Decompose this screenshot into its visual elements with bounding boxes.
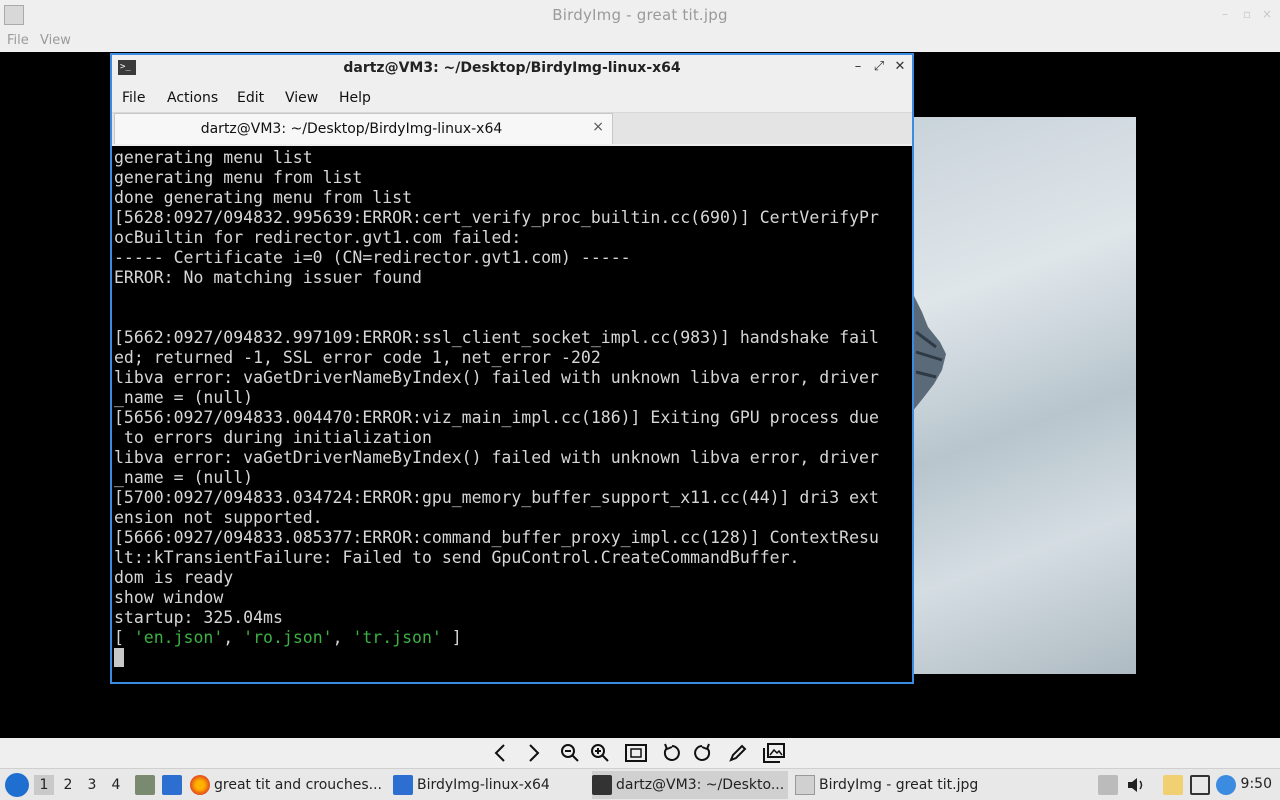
minimize-icon[interactable]: – [1218,7,1232,21]
terminal-menubar: File Actions Edit View Help [112,83,912,113]
terminal-tab[interactable]: dartz@VM3: ~/Desktop/BirdyImg-linux-x64 … [114,113,613,144]
terminal-line: [5628:0927/094832.995639:ERROR:cert_veri… [114,208,879,227]
json-list-sep: , [223,628,244,647]
fit-icon[interactable] [623,741,649,765]
terminal-line: ension not supported. [114,508,323,527]
json-list-item: 'en.json' [133,628,224,647]
json-list-item: 'tr.json' [352,628,442,647]
next-icon[interactable] [521,741,547,765]
terminal-line: [5700:0927/094833.034724:ERROR:gpu_memor… [114,488,879,507]
birdyimg-icon [795,775,815,795]
task-label: dartz@VM3: ~/Deskto... [616,777,785,793]
network-icon[interactable] [1190,775,1210,795]
firefox-icon [190,775,210,795]
terminal-window: >_ dartz@VM3: ~/Desktop/BirdyImg-linux-x… [110,53,914,684]
taskbar: 1 2 3 4 great tit and crouches... BirdyI… [0,768,1280,800]
eject-icon[interactable] [1098,775,1118,795]
workspace-4[interactable]: 4 [106,775,126,795]
json-list-open: [ [114,628,134,647]
menu-edit[interactable]: Edit [237,90,264,106]
bird-photo [912,117,1136,674]
prev-icon[interactable] [487,741,513,765]
close-icon[interactable]: × [1260,7,1274,21]
json-list-sep: , [332,628,353,647]
rotate-right-icon[interactable] [689,741,715,765]
viewer-menu-file[interactable]: File [7,33,29,48]
notification-icon[interactable] [1216,775,1236,795]
maximize-icon[interactable]: ⤢ [871,59,887,77]
terminal-lines: generating menu list generating menu from… [114,148,912,628]
menu-view[interactable]: View [285,90,318,106]
show-desktop-icon[interactable] [162,775,182,795]
task-label: BirdyImg-linux-x64 [417,777,550,793]
rotate-left-icon[interactable] [659,741,685,765]
terminal-output[interactable]: generating menu list generating menu from… [112,146,912,682]
terminal-line: libva error: vaGetDriverNameByIndex() fa… [114,368,879,387]
file-manager-icon[interactable] [135,775,155,795]
text-cursor [114,648,124,667]
close-icon[interactable]: ✕ [892,59,908,77]
terminal-line: lt::kTransientFailure: Failed to send Gp… [114,548,800,567]
terminal-line: dom is ready [114,568,234,587]
menu-help[interactable]: Help [339,90,371,106]
zoom-out-icon[interactable] [557,741,583,765]
terminal-line: [5662:0927/094832.997109:ERROR:ssl_clien… [114,328,879,347]
json-list-line: [ 'en.json', 'ro.json', 'tr.json' ] [114,628,912,648]
terminal-line: generating menu list [114,148,313,167]
viewer-menubar: File View [0,30,1280,52]
terminal-tabbar: dartz@VM3: ~/Desktop/BirdyImg-linux-x64 … [112,113,912,144]
task-birdyimg[interactable]: BirdyImg - great tit.jpg [795,771,985,799]
task-firefox[interactable]: great tit and crouches... [190,771,386,799]
terminal-line: ERROR: No matching issuer found [114,268,422,287]
clock: 9:50 [1240,776,1272,792]
terminal-line: [5656:0927/094833.004470:ERROR:viz_main_… [114,408,879,427]
terminal-icon [592,775,612,795]
menu-file[interactable]: File [122,90,145,106]
workspace-2[interactable]: 2 [58,775,78,795]
maximize-icon[interactable]: ▫ [1240,7,1254,21]
terminal-line: _name = (null) [114,468,254,487]
prompt-line [114,648,912,668]
viewer-menu-view[interactable]: View [40,33,71,48]
start-menu-icon[interactable] [5,773,29,797]
folder-icon [393,775,413,795]
terminal-line: libva error: vaGetDriverNameByIndex() fa… [114,448,879,467]
json-list-close: ] [441,628,462,647]
workspace-3[interactable]: 3 [82,775,102,795]
terminal-window-title: dartz@VM3: ~/Desktop/BirdyImg-linux-x64 [343,60,681,76]
menu-actions[interactable]: Actions [167,90,218,106]
edit-icon[interactable] [725,741,751,765]
terminal-tab-label: dartz@VM3: ~/Desktop/BirdyImg-linux-x64 [200,121,503,137]
terminal-line: ed; returned -1, SSL error code 1, net_e… [114,348,601,367]
workspace-1[interactable]: 1 [34,775,54,795]
terminal-line: show window [114,588,224,607]
task-terminal[interactable]: dartz@VM3: ~/Deskto... [592,771,788,799]
json-list-item: 'ro.json' [243,628,333,647]
terminal-line: ----- Certificate i=0 (CN=redirector.gvt… [114,248,631,267]
bird-wing-shape [912,292,946,412]
task-label: great tit and crouches... [214,777,382,793]
volume-icon[interactable] [1126,775,1146,795]
terminal-line: to errors during initialization [114,428,432,447]
tab-close-icon[interactable]: × [592,119,604,135]
gallery-icon[interactable] [761,741,787,765]
zoom-in-icon[interactable] [587,741,613,765]
task-file-manager[interactable]: BirdyImg-linux-x64 [393,771,583,799]
task-label: BirdyImg - great tit.jpg [819,777,979,793]
terminal-line: startup: 325.04ms [114,608,283,627]
viewer-toolbar [0,738,1280,768]
terminal-line: generating menu from list [114,168,363,187]
terminal-titlebar: >_ dartz@VM3: ~/Desktop/BirdyImg-linux-x… [112,55,912,82]
minimize-icon[interactable]: – [850,59,866,77]
terminal-line: _name = (null) [114,388,254,407]
terminal-line: ocBuiltin for redirector.gvt1.com failed… [114,228,522,247]
clipboard-icon[interactable] [1163,775,1183,795]
viewer-titlebar: BirdyImg - great tit.jpg – ▫ × [0,0,1280,30]
viewer-window-title: BirdyImg - great tit.jpg [552,6,728,24]
terminal-line: [5666:0927/094833.085377:ERROR:command_b… [114,528,879,547]
terminal-line: done generating menu from list [114,188,413,207]
